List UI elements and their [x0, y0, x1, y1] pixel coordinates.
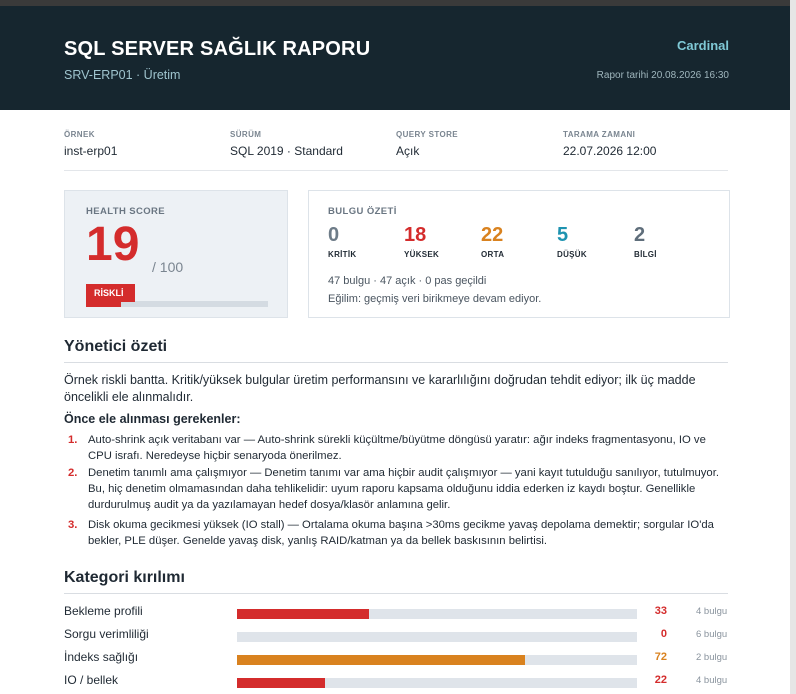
meta-label: TARAMA ZAMANI	[563, 130, 636, 139]
category-finding-count: 2 bulgu	[696, 652, 728, 663]
finding-label: ORTA	[481, 250, 505, 259]
category-bar-fill	[237, 655, 525, 665]
category-row: Sorgu verimliliği 0 6 bulgu	[64, 627, 734, 645]
finding-count: 22	[481, 224, 504, 246]
finding-label: YÜKSEK	[404, 250, 440, 259]
category-row: Bekleme profili 33 4 bulgu	[64, 604, 734, 622]
priority-item-number: 3.	[68, 519, 78, 531]
meta-value: Açık	[396, 144, 420, 158]
finding-count: 2	[634, 224, 646, 246]
category-score: 72	[654, 651, 667, 663]
findings-trend-text: Eğilim: geçmiş veri birikmeye devam ediy…	[328, 293, 542, 305]
category-bar-fill	[237, 678, 325, 688]
category-bar	[237, 632, 637, 642]
health-score-card: HEALTH SCORE 19 / 100 RİSKLİ	[64, 190, 288, 318]
finding-low: 5 DÜŞÜK	[557, 224, 587, 259]
report-title: SQL SERVER SAĞLIK RAPORU	[64, 38, 371, 60]
category-row: IO / bellek 22 4 bulgu	[64, 673, 734, 691]
executive-summary-text: Örnek riskli bantta. Kritik/yüksek bulgu…	[64, 373, 696, 404]
finding-info: 2 BİLGİ	[634, 224, 657, 259]
finding-medium: 22 ORTA	[481, 224, 504, 259]
health-score-label: HEALTH SCORE	[86, 206, 166, 217]
priority-item-text: Disk okuma gecikmesi yüksek (IO stall) —…	[88, 519, 714, 547]
priority-item-text: Denetim tanımlı ama çalışmıyor — Denetim…	[88, 467, 719, 511]
finding-count: 0	[328, 224, 340, 246]
category-finding-count: 6 bulgu	[696, 629, 728, 640]
meta-value: SQL 2019 · Standard	[230, 144, 343, 158]
category-name: Bekleme profili	[64, 604, 143, 618]
category-bar	[237, 655, 637, 665]
meta-instance: ÖRNEK inst-erp01	[64, 130, 117, 158]
category-bar-fill	[237, 609, 369, 619]
category-name: IO / bellek	[64, 673, 119, 687]
finding-label: DÜŞÜK	[557, 250, 587, 259]
finding-count: 18	[404, 224, 427, 246]
section-divider	[64, 593, 728, 594]
priority-item-text: Auto-shrink açık veritabanı var — Auto-s…	[88, 434, 706, 462]
category-row: İndeks sağlığı 72 2 bulgu	[64, 650, 734, 668]
report-header: SQL SERVER SAĞLIK RAPORU SRV-ERP01 · Üre…	[0, 6, 790, 110]
finding-label: BİLGİ	[634, 250, 657, 259]
health-score-value: 19	[86, 218, 140, 271]
meta-label: QUERY STORE	[396, 130, 459, 139]
meta-label: SÜRÜM	[230, 130, 262, 139]
category-score: 22	[654, 674, 667, 686]
category-finding-count: 4 bulgu	[696, 606, 728, 617]
category-name: Sorgu verimliliği	[64, 627, 149, 641]
finding-count: 5	[557, 224, 569, 246]
brand-name: Cardinal	[676, 38, 729, 53]
meta-value: 22.07.2026 12:00	[563, 144, 657, 158]
health-score-max: / 100	[152, 259, 184, 275]
category-bar	[237, 678, 637, 688]
category-bar	[237, 609, 637, 619]
findings-summary-text: 47 bulgu · 47 açık · 0 pas geçildi	[328, 275, 487, 287]
category-score: 33	[654, 605, 667, 617]
category-breakdown-title: Kategori kırılımı	[64, 569, 185, 586]
findings-summary-card: BULGU ÖZETİ 0 KRİTİK 18 YÜKSEK 22 ORTA 5…	[308, 190, 730, 318]
executive-summary-title: Yönetici özeti	[64, 338, 168, 355]
meta-value: inst-erp01	[64, 144, 118, 158]
risk-badge: RİSKLİ	[86, 284, 135, 302]
page-edge	[790, 0, 796, 694]
finding-high: 18 YÜKSEK	[404, 224, 439, 259]
meta-version: SÜRÜM SQL 2019 · Standard	[230, 130, 343, 158]
server-subtitle: SRV-ERP01 · Üretim	[64, 68, 181, 82]
priority-item-number: 2.	[68, 467, 78, 479]
findings-label: BULGU ÖZETİ	[328, 206, 397, 217]
meta-scan-time: TARAMA ZAMANI 22.07.2026 12:00	[563, 130, 656, 158]
priority-item-number: 1.	[68, 434, 78, 446]
finding-critical: 0 KRİTİK	[328, 224, 356, 259]
report-date: Rapor tarihi 20.08.2026 16:30	[596, 70, 729, 81]
meta-query-store: QUERY STORE Açık	[396, 130, 458, 158]
meta-divider	[64, 170, 728, 171]
meta-label: ÖRNEK	[64, 130, 95, 139]
priority-list-title: Önce ele alınması gerekenler:	[64, 412, 241, 426]
category-name: İndeks sağlığı	[64, 650, 139, 664]
finding-label: KRİTİK	[328, 250, 357, 259]
category-finding-count: 4 bulgu	[696, 675, 728, 686]
category-score: 0	[660, 628, 667, 640]
section-divider	[64, 362, 728, 363]
